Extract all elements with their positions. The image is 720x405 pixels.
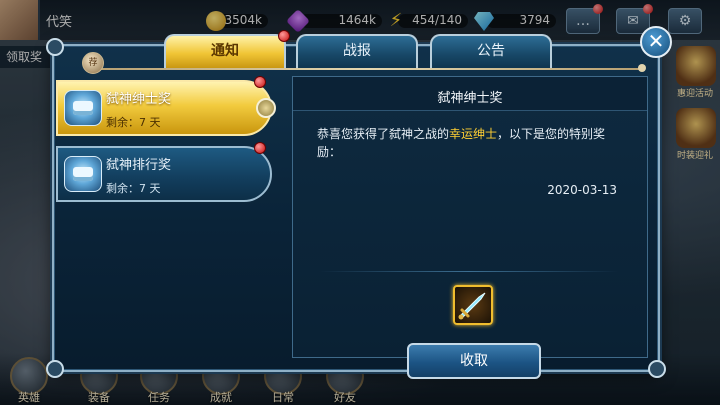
tab-announcement[interactable]: 公告	[430, 34, 552, 68]
list-item-title: 弑神绅士奖	[106, 92, 172, 107]
notification-dot	[254, 76, 266, 88]
tab-notice[interactable]: 通知	[164, 30, 290, 68]
treasure-chest-icon	[64, 90, 102, 126]
close-button[interactable]: ✕	[640, 26, 672, 58]
recommend-badge: 荐	[82, 52, 104, 74]
highlight-text: 幸运绅士	[449, 127, 498, 141]
frame-corner	[46, 360, 64, 378]
sword-icon	[458, 292, 486, 320]
frame-corner	[648, 360, 666, 378]
notification-dot	[278, 30, 290, 42]
reward-item-slot[interactable]	[453, 285, 493, 325]
selected-knob-icon	[256, 98, 276, 118]
list-item-remaining: 剩余：7 天	[106, 182, 161, 195]
list-item[interactable]: 弑神绅士奖 剩余：7 天	[56, 76, 276, 136]
treasure-chest-icon	[64, 156, 102, 192]
mail-dialog: 荐 通知 战报 公告 弑神绅士奖 剩余：7 天 弑神排行奖 剩余：7 天 弑神绅…	[46, 30, 666, 379]
rope-divider	[94, 68, 642, 70]
notification-dot	[254, 142, 266, 154]
rope-knot	[638, 64, 646, 72]
divider	[319, 271, 619, 272]
detail-title: 弑神绅士奖	[437, 91, 503, 106]
mail-detail-panel: 弑神绅士奖 恭喜您获得了弑神之战的幸运绅士，以下是您的特别奖励： 2020-03…	[292, 76, 648, 379]
list-item-remaining: 剩余：7 天	[106, 116, 161, 129]
list-item[interactable]: 弑神排行奖 剩余：7 天	[56, 142, 272, 202]
claim-button[interactable]: 收取	[407, 343, 541, 379]
detail-message: 恭喜您获得了弑神之战的幸运绅士，以下是您的特别奖励：	[317, 127, 606, 159]
detail-date: 2020-03-13	[547, 183, 617, 197]
tab-battle-report[interactable]: 战报	[296, 34, 418, 68]
frame-corner	[46, 38, 64, 56]
list-item-title: 弑神排行奖	[106, 158, 172, 173]
close-icon: ✕	[647, 29, 665, 53]
